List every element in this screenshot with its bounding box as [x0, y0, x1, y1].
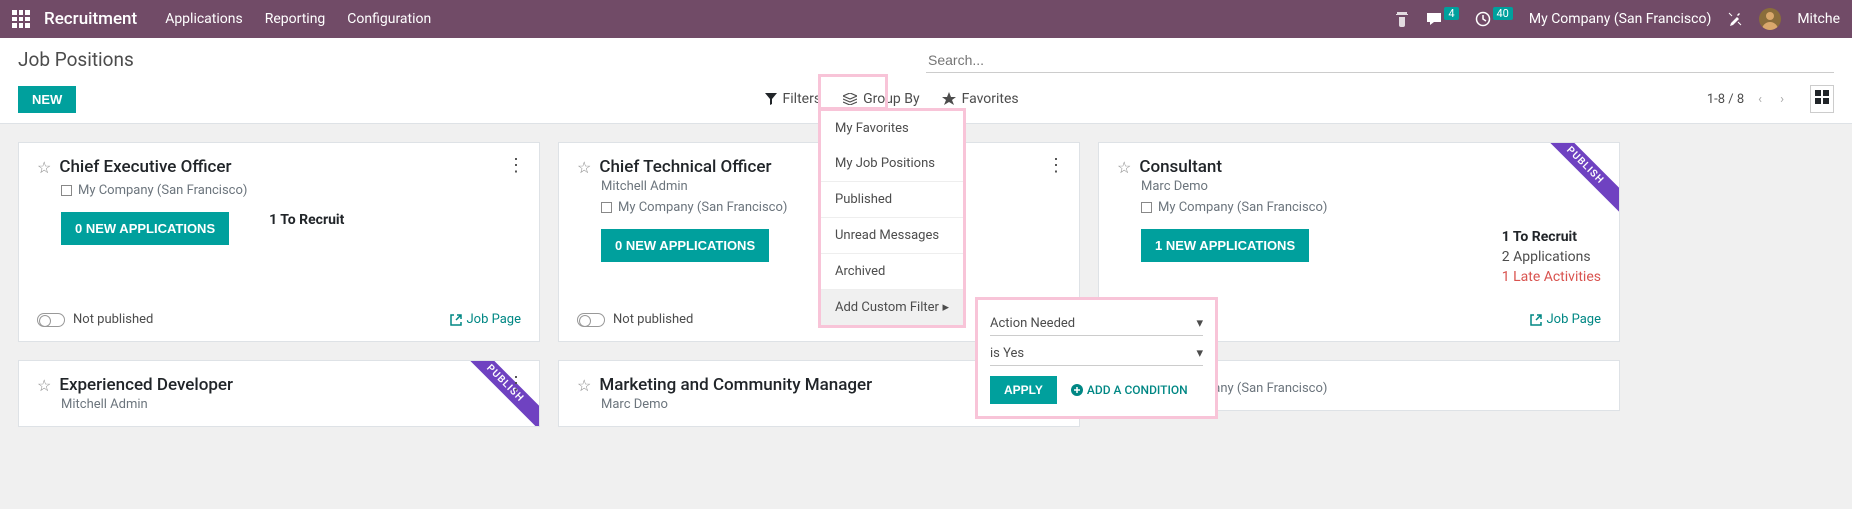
- nav-configuration[interactable]: Configuration: [347, 11, 431, 27]
- new-applications-button[interactable]: 1 NEW APPLICATIONS: [1141, 229, 1309, 262]
- card-company: My Company (San Francisco): [78, 183, 247, 198]
- groupby-toggle[interactable]: Group By: [843, 91, 920, 107]
- new-applications-button[interactable]: 0 NEW APPLICATIONS: [601, 229, 769, 262]
- publish-toggle[interactable]: [577, 313, 605, 327]
- external-link-icon: [1530, 314, 1542, 326]
- publish-status: Not published: [73, 312, 153, 327]
- job-card-exp-dev: PUBLISH ⋮ ☆ Experienced Developer Mitche…: [18, 360, 540, 427]
- filter-archived[interactable]: Archived: [821, 253, 963, 289]
- card-title: Experienced Developer: [59, 375, 233, 395]
- chat-icon[interactable]: 4: [1426, 11, 1458, 27]
- funnel-icon: [765, 93, 777, 105]
- to-recruit-stat: 1 To Recruit: [1502, 229, 1601, 245]
- filter-published[interactable]: Published: [821, 181, 963, 217]
- custom-filter-panel: Action Needed ▾ is Yes ▾ APPLY ADD A CON…: [975, 297, 1218, 419]
- filter-my-job-positions[interactable]: My Job Positions: [821, 146, 963, 181]
- publish-toggle[interactable]: [37, 313, 65, 327]
- topbar: Recruitment Applications Reporting Confi…: [0, 0, 1852, 38]
- star-toggle[interactable]: ☆: [1117, 158, 1131, 177]
- add-custom-label: Add Custom Filter: [835, 300, 939, 315]
- kanban-view-button[interactable]: [1810, 85, 1834, 113]
- star-toggle[interactable]: ☆: [37, 158, 51, 177]
- job-page-link[interactable]: Job Page: [450, 312, 521, 327]
- card-subtitle: Marc Demo: [1141, 179, 1601, 194]
- card-menu-icon[interactable]: ⋮: [1047, 155, 1065, 176]
- pager-text: 1-8 / 8: [1707, 92, 1744, 107]
- search-input[interactable]: [926, 48, 1834, 73]
- company-switcher[interactable]: My Company (San Francisco): [1529, 11, 1711, 27]
- apps-icon[interactable]: [12, 10, 30, 28]
- favorites-label: Favorites: [962, 91, 1019, 107]
- pager-next[interactable]: ›: [1776, 92, 1788, 107]
- star-toggle[interactable]: ☆: [577, 376, 591, 395]
- star-icon: [942, 92, 956, 106]
- phone-icon[interactable]: [1394, 11, 1410, 27]
- custom-filter-condition[interactable]: is Yes ▾: [990, 342, 1203, 366]
- new-button[interactable]: NEW: [18, 86, 76, 113]
- building-icon: [1141, 202, 1152, 213]
- card-subtitle: Mitchell Admin: [61, 397, 521, 412]
- cf-condition-label: is Yes: [990, 346, 1024, 361]
- star-toggle[interactable]: ☆: [577, 158, 591, 177]
- layers-icon: [843, 93, 857, 105]
- to-recruit-stat: 1 To Recruit: [269, 212, 344, 228]
- user-name[interactable]: Mitche: [1797, 11, 1840, 27]
- card-menu-icon[interactable]: ⋮: [507, 373, 525, 394]
- page-title: Job Positions: [18, 48, 134, 73]
- chevron-down-icon: ▾: [1196, 316, 1203, 331]
- publish-status: Not published: [613, 312, 693, 327]
- add-condition-button[interactable]: ADD A CONDITION: [1071, 383, 1188, 397]
- card-menu-icon[interactable]: ⋮: [507, 155, 525, 176]
- filters-label: Filters: [783, 91, 822, 107]
- chevron-down-icon: ▾: [1196, 346, 1203, 361]
- job-page-label: Job Page: [1546, 312, 1601, 327]
- add-condition-label: ADD A CONDITION: [1087, 383, 1188, 397]
- job-page-label: Job Page: [466, 312, 521, 327]
- new-applications-button[interactable]: 0 NEW APPLICATIONS: [61, 212, 229, 245]
- filter-my-favorites[interactable]: My Favorites: [821, 111, 963, 146]
- pager-prev[interactable]: ‹: [1754, 92, 1766, 107]
- external-link-icon: [450, 314, 462, 326]
- activities-badge: 40: [1493, 7, 1513, 20]
- plus-circle-icon: [1071, 384, 1083, 396]
- chevron-right-icon: ▸: [942, 300, 949, 315]
- filters-toggle[interactable]: Filters: [765, 91, 822, 107]
- groupby-label: Group By: [863, 91, 920, 107]
- filter-unread-messages[interactable]: Unread Messages: [821, 217, 963, 253]
- card-company: My Company (San Francisco): [618, 200, 787, 215]
- card-company: My Company (San Francisco): [1158, 200, 1327, 215]
- debug-icon[interactable]: [1727, 11, 1743, 27]
- job-page-link[interactable]: Job Page: [1530, 312, 1601, 327]
- card-title: Consultant: [1139, 157, 1222, 177]
- user-avatar[interactable]: [1759, 8, 1781, 30]
- filter-add-custom[interactable]: Add Custom Filter ▸: [821, 289, 963, 325]
- favorites-toggle[interactable]: Favorites: [942, 91, 1019, 107]
- late-activities-stat[interactable]: 1 Late Activities: [1502, 269, 1601, 285]
- nav-applications[interactable]: Applications: [165, 11, 243, 27]
- card-title: Chief Executive Officer: [59, 157, 231, 177]
- filter-dropdown: My Favorites My Job Positions Published …: [818, 108, 966, 328]
- card-title: Chief Technical Officer: [599, 157, 771, 177]
- activities-icon[interactable]: 40: [1475, 11, 1513, 27]
- building-icon: [61, 185, 72, 196]
- chat-badge: 4: [1444, 7, 1458, 20]
- cf-field-label: Action Needed: [990, 316, 1075, 331]
- star-toggle[interactable]: ☆: [37, 376, 51, 395]
- job-card-ceo: ⋮ ☆ Chief Executive Officer My Company (…: [18, 142, 540, 342]
- custom-filter-field[interactable]: Action Needed ▾: [990, 312, 1203, 336]
- building-icon: [601, 202, 612, 213]
- nav-reporting[interactable]: Reporting: [265, 11, 326, 27]
- applications-stat: 2 Applications: [1502, 249, 1601, 265]
- apply-button[interactable]: APPLY: [990, 376, 1057, 404]
- card-title: Marketing and Community Manager: [599, 375, 872, 395]
- app-brand[interactable]: Recruitment: [44, 9, 137, 29]
